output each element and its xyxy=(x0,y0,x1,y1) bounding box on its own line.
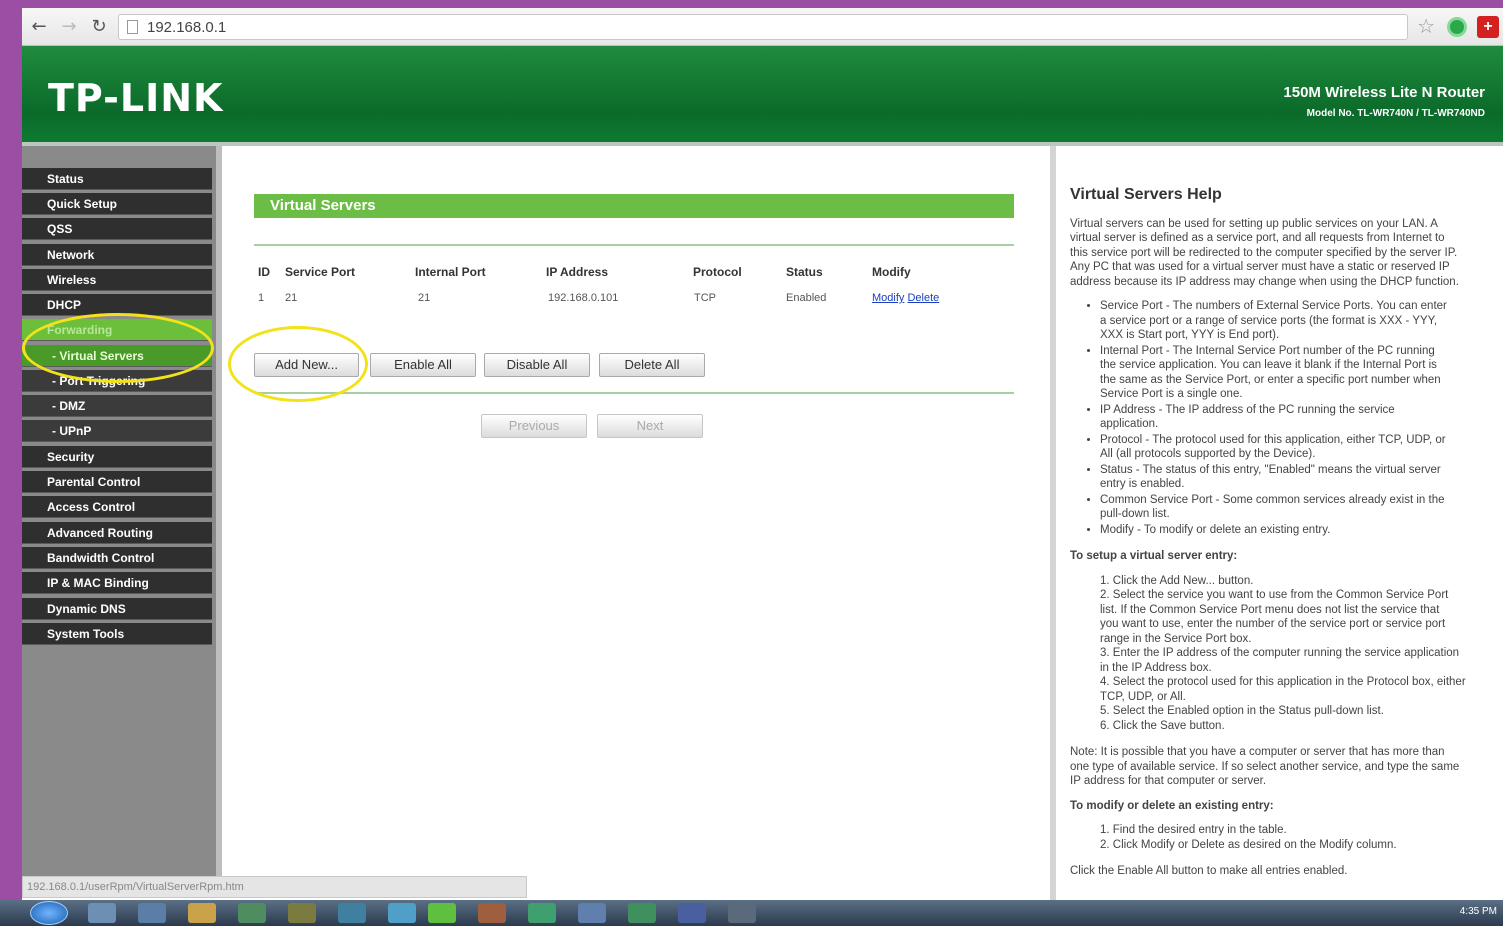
sidebar-item-parental-control[interactable]: Parental Control xyxy=(22,471,212,493)
browser-window: ← → ↻ 192.168.0.1 ☆ + TP-LINK 150M Wirel… xyxy=(22,8,1503,901)
sidebar-item-upnp[interactable]: - UPnP xyxy=(22,420,212,442)
list-item: Service Port - The numbers of External S… xyxy=(1100,299,1503,343)
clock[interactable]: 4:35 PM xyxy=(1460,906,1497,917)
router-banner: TP-LINK 150M Wireless Lite N Router Mode… xyxy=(22,46,1503,142)
column-header-status: Status xyxy=(786,265,823,279)
sidebar-item-access-control[interactable]: Access Control xyxy=(22,496,212,518)
cell-id: 1 xyxy=(258,292,265,304)
sidebar-menu: Status Quick Setup QSS Network Wireless … xyxy=(22,146,216,876)
sidebar-item-ip-mac-binding[interactable]: IP & MAC Binding xyxy=(22,572,212,594)
reload-icon[interactable]: ↻ xyxy=(88,16,110,38)
column-header-ip-address: IP Address xyxy=(546,265,609,279)
column-header-modify: Modify xyxy=(872,265,911,279)
forward-icon[interactable]: → xyxy=(58,16,80,38)
column-header-service-port: Service Port xyxy=(285,265,356,279)
annotation-circle xyxy=(22,313,214,383)
column-header-internal-port: Internal Port xyxy=(415,265,486,279)
app-icon[interactable] xyxy=(338,903,366,923)
back-icon[interactable]: ← xyxy=(28,16,50,38)
previous-button[interactable]: Previous xyxy=(481,414,587,438)
cell-protocol: TCP xyxy=(694,292,716,304)
sidebar-item-wireless[interactable]: Wireless xyxy=(22,269,212,291)
sidebar-item-quick-setup[interactable]: Quick Setup xyxy=(22,193,212,215)
list-item: Modify - To modify or delete an existing… xyxy=(1100,523,1503,538)
column-header-protocol: Protocol xyxy=(693,265,742,279)
status-bar-url: 192.168.0.1/userRpm/VirtualServerRpm.htm xyxy=(22,876,527,898)
app-icon[interactable] xyxy=(578,903,606,923)
help-enable-all-note: Click the Enable All button to make all … xyxy=(1070,865,1348,877)
app-icon[interactable] xyxy=(238,903,266,923)
help-modify-heading: To modify or delete an existing entry: xyxy=(1070,799,1274,812)
list-item: Internal Port - The Internal Service Por… xyxy=(1100,344,1503,402)
sidebar-item-security[interactable]: Security xyxy=(22,446,212,468)
product-model: Model No. TL-WR740N / TL-WR740ND xyxy=(1306,108,1485,119)
app-icon[interactable] xyxy=(388,903,416,923)
help-field-list: Service Port - The numbers of External S… xyxy=(1100,299,1503,537)
help-note: Note: It is possible that you have a com… xyxy=(1070,746,1460,787)
browser-toolbar: ← → ↻ 192.168.0.1 ☆ + xyxy=(22,8,1503,46)
enable-all-button[interactable]: Enable All xyxy=(370,353,476,377)
divider xyxy=(254,244,1014,246)
sidebar-item-status[interactable]: Status xyxy=(22,168,212,190)
help-panel: Virtual Servers Help Virtual servers can… xyxy=(1056,146,1503,901)
sidebar-item-system-tools[interactable]: System Tools xyxy=(22,623,212,645)
cell-status: Enabled xyxy=(786,292,827,304)
url-text[interactable]: 192.168.0.1 xyxy=(147,19,226,36)
sidebar-item-network[interactable]: Network xyxy=(22,244,212,266)
sidebar-item-qss[interactable]: QSS xyxy=(22,218,212,240)
app-icon[interactable] xyxy=(628,903,656,923)
next-button[interactable]: Next xyxy=(597,414,703,438)
address-bar[interactable]: 192.168.0.1 xyxy=(118,14,1408,40)
media-icon[interactable] xyxy=(138,903,166,923)
cell-service-port: 21 xyxy=(285,292,298,304)
star-icon[interactable]: ☆ xyxy=(1417,14,1435,38)
cell-internal-port: 21 xyxy=(418,292,431,304)
extension-icon[interactable] xyxy=(1447,17,1467,37)
app-icon[interactable] xyxy=(528,903,556,923)
cell-modify: Modify Delete xyxy=(872,292,939,304)
app-icon[interactable] xyxy=(478,903,506,923)
list-item: Common Service Port - Some common servic… xyxy=(1100,493,1503,522)
help-setup-steps: 1. Click the Add New... button. 2. Selec… xyxy=(1100,574,1466,732)
help-modify-steps: 1. Find the desired entry in the table. … xyxy=(1100,824,1397,851)
delete-all-button[interactable]: Delete All xyxy=(599,353,705,377)
sidebar-item-dmz[interactable]: - DMZ xyxy=(22,395,212,417)
modify-link[interactable]: Modify xyxy=(872,292,904,304)
delete-link[interactable]: Delete xyxy=(907,292,939,304)
app-icon[interactable] xyxy=(428,903,456,923)
help-setup-heading: To setup a virtual server entry: xyxy=(1070,550,1238,562)
page-icon xyxy=(127,20,138,34)
chrome-icon[interactable] xyxy=(188,903,216,923)
list-item: IP Address - The IP address of the PC ru… xyxy=(1100,403,1503,432)
disable-all-button[interactable]: Disable All xyxy=(484,353,590,377)
app-icon[interactable] xyxy=(288,903,316,923)
list-item: Status - The status of this entry, "Enab… xyxy=(1100,463,1503,492)
page-title: Virtual Servers xyxy=(254,194,1014,218)
app-icon[interactable] xyxy=(678,903,706,923)
column-header-id: ID xyxy=(258,265,270,279)
cell-ip-address: 192.168.0.101 xyxy=(548,292,619,304)
explorer-icon[interactable] xyxy=(88,903,116,923)
product-title: 150M Wireless Lite N Router xyxy=(1283,84,1485,101)
app-icon[interactable] xyxy=(728,903,756,923)
windows-start-icon[interactable] xyxy=(30,901,68,925)
annotation-circle xyxy=(228,326,368,402)
sidebar-item-bandwidth-control[interactable]: Bandwidth Control xyxy=(22,547,212,569)
help-intro: Virtual servers can be used for setting … xyxy=(1070,217,1459,288)
main-content: Virtual Servers ID Service Port Internal… xyxy=(222,146,1050,876)
sidebar-item-dynamic-dns[interactable]: Dynamic DNS xyxy=(22,598,212,620)
divider xyxy=(254,392,1014,394)
sidebar-item-advanced-routing[interactable]: Advanced Routing xyxy=(22,522,212,544)
windows-taskbar: 4:35 PM xyxy=(0,900,1503,926)
extension-icon[interactable]: + xyxy=(1477,16,1499,38)
help-title: Virtual Servers Help xyxy=(1070,186,1222,203)
tplink-logo: TP-LINK xyxy=(48,76,224,120)
list-item: Protocol - The protocol used for this ap… xyxy=(1100,433,1503,462)
